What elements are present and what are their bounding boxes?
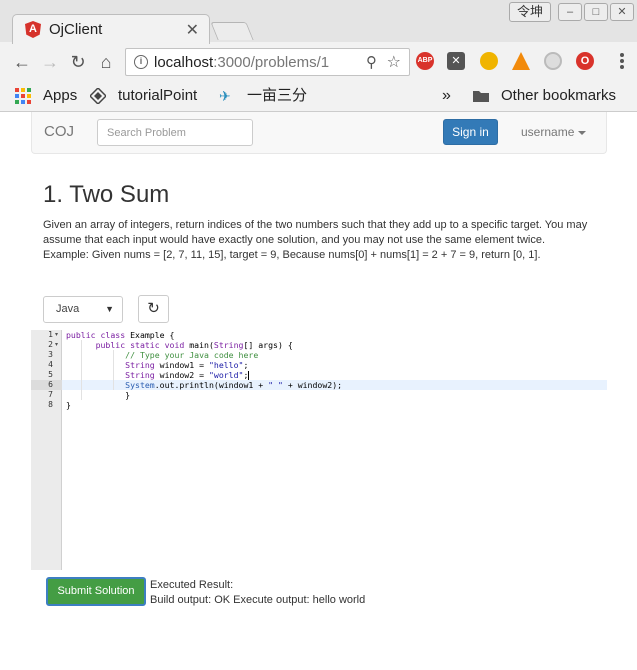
- forward-icon[interactable]: →: [38, 50, 62, 74]
- brand-link[interactable]: COJ: [44, 123, 74, 140]
- tutorialpoint-icon: [90, 88, 106, 104]
- code-line: String window2 = "world";: [125, 370, 250, 380]
- result-label: Executed Result:: [150, 579, 234, 591]
- code-line: // Type your Java code here: [125, 350, 259, 360]
- close-window-icon[interactable]: ✕: [610, 3, 634, 21]
- adblock-icon[interactable]: ABP: [416, 52, 434, 70]
- reload-icon[interactable]: ↻: [66, 50, 90, 74]
- minimize-icon[interactable]: –: [558, 3, 582, 21]
- extension-x-icon[interactable]: ✕: [447, 52, 465, 70]
- angular-icon: A: [25, 21, 41, 38]
- code-line: String window1 = "hello";: [125, 360, 249, 370]
- profile-button[interactable]: 令坤: [509, 2, 551, 22]
- bookmark-yimusanfen[interactable]: 一亩三分: [247, 86, 307, 106]
- back-icon[interactable]: ←: [10, 50, 34, 74]
- maximize-icon[interactable]: □: [584, 3, 608, 21]
- code-line: public class Example {: [66, 330, 175, 340]
- signin-button[interactable]: Sign in: [443, 119, 498, 145]
- line-number: 5: [48, 370, 53, 379]
- caret-down-icon: [578, 130, 587, 135]
- vlc-icon[interactable]: [512, 52, 530, 70]
- browser-toolbar: ← → ↻ ⌂ i localhost:3000/problems/1 ⚲ ☆ …: [0, 44, 637, 80]
- bookmarks-bar: Apps tutorialPoint ✈ 一亩三分 » Other bookma…: [0, 82, 637, 110]
- browser-tab[interactable]: A OjClient ✕: [12, 14, 210, 44]
- language-value: Java: [56, 303, 80, 315]
- result-output: Build output: OK Execute output: hello w…: [150, 594, 366, 606]
- extension-color-icon[interactable]: [480, 52, 498, 70]
- fold-icon[interactable]: ▾: [55, 330, 58, 340]
- line-number: 4: [48, 360, 53, 369]
- line-number: 8: [48, 400, 53, 409]
- code-line: }: [66, 390, 131, 400]
- line-number: 2: [48, 340, 53, 349]
- search-input[interactable]: [97, 119, 253, 146]
- code-line: public static void main(String[] args) {: [95, 340, 293, 350]
- tab-title: OjClient: [49, 21, 103, 38]
- info-icon[interactable]: i: [134, 55, 148, 69]
- app-navbar: COJ Sign in username: [31, 112, 607, 154]
- browser-chrome: A OjClient ✕ 令坤 – □ ✕ ← → ↻ ⌂ i localhos…: [0, 0, 637, 112]
- title-bar: A OjClient ✕ 令坤 – □ ✕: [0, 0, 637, 44]
- bird-icon: ✈: [219, 88, 231, 104]
- zoom-icon[interactable]: ⚲: [366, 53, 377, 71]
- line-number: 6: [31, 380, 62, 390]
- url-text: localhost:3000/problems/1: [154, 54, 330, 71]
- apps-grid-icon: [15, 88, 31, 104]
- page-content: COJ Sign in username 1. Two Sum Given an…: [0, 112, 637, 670]
- line-number: 3: [48, 350, 53, 359]
- browser-menu-icon[interactable]: [615, 52, 629, 72]
- problem-description: Given an array of integers, return indic…: [43, 219, 588, 261]
- dropdown-arrow-icon: ▼: [105, 304, 114, 314]
- username-label: username: [521, 125, 575, 139]
- new-tab-button[interactable]: [210, 22, 254, 40]
- bookmark-apps[interactable]: Apps: [43, 86, 77, 106]
- code-line: System.out.println(window1 + " " + windo…: [125, 380, 343, 390]
- folder-icon: [473, 91, 489, 102]
- bookmark-other[interactable]: Other bookmarks: [501, 86, 616, 106]
- close-icon[interactable]: ✕: [186, 20, 199, 40]
- submit-solution-button[interactable]: Submit Solution: [46, 577, 146, 606]
- bookmarks-overflow-icon[interactable]: »: [442, 86, 451, 106]
- fold-icon[interactable]: ▾: [55, 340, 58, 350]
- language-select[interactable]: Java ▼: [43, 296, 123, 323]
- reset-code-button[interactable]: ↻: [138, 295, 169, 323]
- home-icon[interactable]: ⌂: [94, 50, 118, 74]
- bookmark-tutorialpoint[interactable]: tutorialPoint: [118, 86, 197, 106]
- address-bar[interactable]: i localhost:3000/problems/1 ⚲ ☆: [125, 48, 410, 76]
- code-editor[interactable]: 1 2 3 4 5 6 7 8 ▾ ▾ public class Example…: [31, 330, 607, 570]
- problem-title: 1. Two Sum: [43, 181, 170, 208]
- user-dropdown[interactable]: username: [521, 125, 587, 139]
- refresh-icon: ↻: [147, 300, 160, 317]
- opera-icon[interactable]: O: [576, 52, 594, 70]
- line-number: 1: [48, 330, 53, 339]
- code-line: }: [66, 400, 71, 410]
- extension-circle-icon[interactable]: [544, 52, 562, 70]
- line-number: 7: [48, 390, 53, 399]
- bookmark-star-icon[interactable]: ☆: [387, 52, 401, 72]
